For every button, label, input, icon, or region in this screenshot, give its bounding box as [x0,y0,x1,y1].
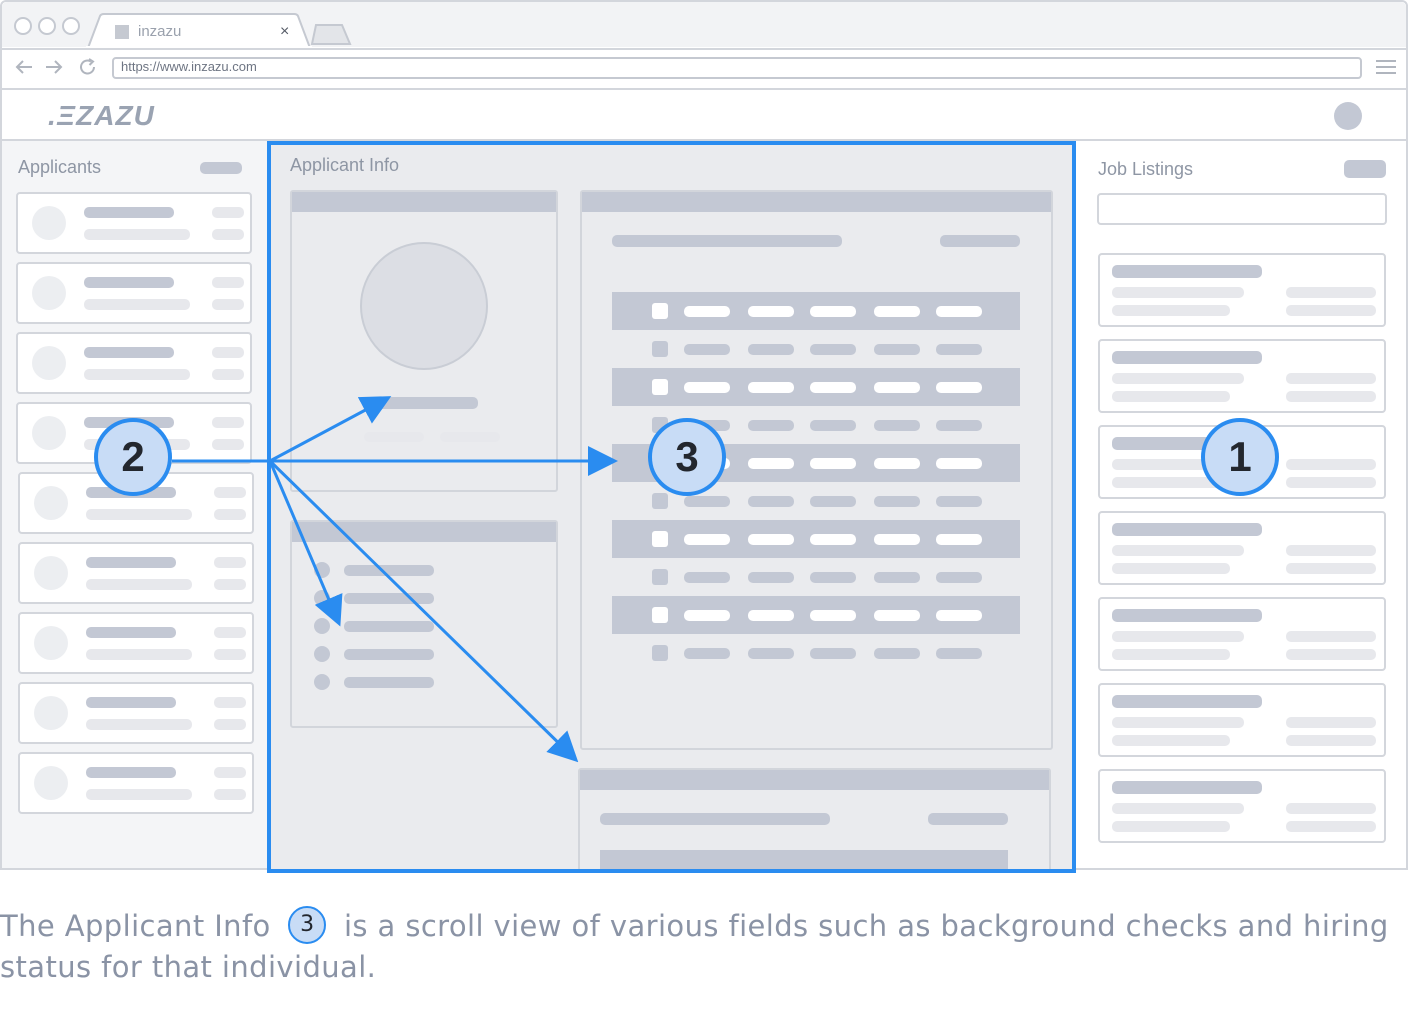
callout-badge-1: 1 [1201,418,1279,496]
caption-badge: 3 [288,906,327,944]
callout-badge-3: 3 [648,418,726,496]
callout-badge-2: 2 [94,418,172,496]
caption: The Applicant Info 3 is a scroll view of… [0,906,1408,987]
callout-arrows [172,396,618,763]
caption-text-before: The Applicant Info [0,909,271,943]
